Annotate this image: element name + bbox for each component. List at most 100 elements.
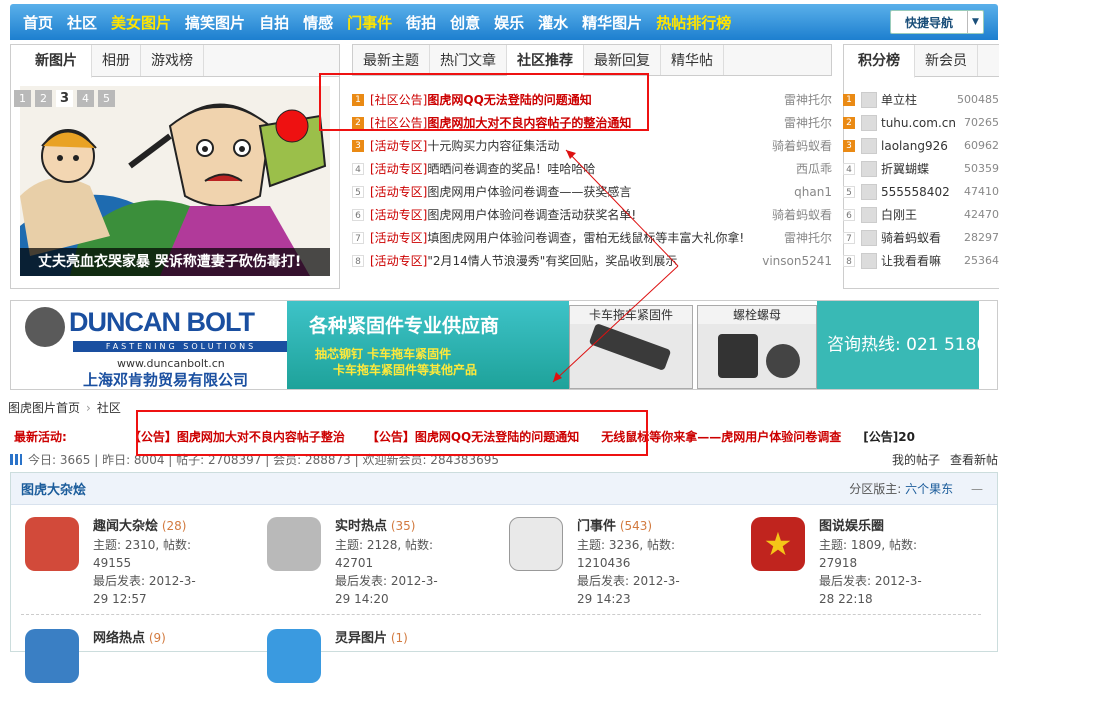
thread-author[interactable]: qhan1 bbox=[794, 185, 832, 199]
forum-last-post-time[interactable]: 28 22:18 bbox=[819, 590, 929, 608]
worm-icon[interactable] bbox=[25, 517, 79, 571]
avatar[interactable] bbox=[861, 137, 877, 154]
avatar[interactable] bbox=[861, 252, 877, 269]
forum-last-post-time[interactable]: 29 14:23 bbox=[577, 590, 687, 608]
thread-category[interactable]: [活动专区] bbox=[370, 229, 427, 246]
forum-last-post-time[interactable]: 29 12:57 bbox=[93, 590, 203, 608]
breadcrumb-home[interactable]: 图虎图片首页 bbox=[8, 401, 80, 415]
tab-points-rank[interactable]: 积分榜 bbox=[844, 45, 915, 78]
thread-title[interactable]: 图虎网用户体验问卷调查——获奖感言 bbox=[427, 183, 631, 200]
avatar[interactable] bbox=[861, 91, 877, 108]
rank-row[interactable]: 3 laolang926 60962 bbox=[843, 134, 999, 157]
avatar[interactable] bbox=[861, 229, 877, 246]
thread-category[interactable]: [活动专区] bbox=[370, 252, 427, 269]
thread-row[interactable]: 3 [活动专区] 十元购买力内容征集活动 骑着蚂蚁看 bbox=[352, 134, 832, 157]
tab-hot-articles[interactable]: 热门文章 bbox=[430, 45, 507, 75]
nav-street[interactable]: 街拍 bbox=[406, 12, 436, 33]
thread-category[interactable]: [活动专区] bbox=[370, 183, 427, 200]
member-name[interactable]: 白刚王 bbox=[881, 206, 964, 223]
nav-beauty[interactable]: 美女图片 bbox=[111, 12, 171, 33]
thread-title[interactable]: 图虎网用户体验问卷调查活动获奖名单! bbox=[427, 206, 636, 223]
thread-row[interactable]: 4 [活动专区] 晒晒问卷调查的奖品！哇哈哈哈 西瓜乖 bbox=[352, 157, 832, 180]
new-posts-link[interactable]: 查看新帖 bbox=[950, 453, 998, 467]
thread-row[interactable]: 5 [活动专区] 图虎网用户体验问卷调查——获奖感言 qhan1 bbox=[352, 180, 832, 203]
forum-last-post-time[interactable]: 29 14:20 bbox=[335, 590, 445, 608]
nav-chat[interactable]: 灌水 bbox=[538, 12, 568, 33]
moderator-name[interactable]: 六个果东 bbox=[905, 482, 953, 496]
forum-name[interactable]: 灵异图片 bbox=[335, 631, 387, 646]
member-name[interactable]: 单立柱 bbox=[881, 91, 957, 108]
forum-card[interactable]: 门事件 (543) 主题: 3236, 帖数: 1210436 最后发表: 2012-… bbox=[509, 517, 749, 613]
quick-nav-dropdown[interactable]: 快捷导航 ▼ bbox=[890, 10, 984, 34]
rank-row[interactable]: 4 折翼蝴蝶 50359 bbox=[843, 157, 999, 180]
forum-card[interactable]: 实时热点 (35) 主题: 2128, 帖数: 42701 最后发表: 2012-3-… bbox=[267, 517, 507, 613]
newspaper-icon[interactable] bbox=[267, 517, 321, 571]
tab-featured[interactable]: 精华帖 bbox=[661, 45, 724, 75]
hand-touch-icon[interactable] bbox=[509, 517, 563, 571]
tab-latest-replies[interactable]: 最新回复 bbox=[584, 45, 661, 75]
avatar[interactable] bbox=[861, 160, 877, 177]
member-name[interactable]: laolang926 bbox=[881, 139, 964, 153]
rank-row[interactable]: 8 让我看看嘛 25364 bbox=[843, 249, 999, 272]
tab-latest-topics[interactable]: 最新主题 bbox=[353, 45, 430, 75]
thread-category[interactable]: [活动专区] bbox=[370, 160, 427, 177]
thread-row[interactable]: 6 [活动专区] 图虎网用户体验问卷调查活动获奖名单! 骑着蚂蚁看 bbox=[352, 203, 832, 226]
rank-row[interactable]: 7 骑着蚂蚁看 28297 bbox=[843, 226, 999, 249]
rank-row[interactable]: 5 555558402 47410 bbox=[843, 180, 999, 203]
nav-entertainment[interactable]: 娱乐 bbox=[494, 12, 524, 33]
thread-row[interactable]: 7 [活动专区] 填图虎网用户体验问卷调查，雷柏无线鼠标等丰富大礼你拿! 雷神托尔 bbox=[352, 226, 832, 249]
chat-icon[interactable] bbox=[267, 629, 321, 683]
forum-card[interactable]: 趣闻大杂烩 (28) 主题: 2310, 帖数: 49155 最后发表: 2012-3… bbox=[25, 517, 265, 613]
forum-card[interactable]: 网络热点 (9) bbox=[25, 629, 265, 725]
breadcrumb-community[interactable]: 社区 bbox=[97, 401, 121, 415]
tab-albums[interactable]: 相册 bbox=[92, 45, 141, 76]
tab-new-pictures[interactable]: 新图片 bbox=[11, 45, 92, 78]
nav-scandal[interactable]: 门事件 bbox=[347, 12, 392, 33]
avatar[interactable] bbox=[861, 114, 877, 131]
thread-category[interactable]: [活动专区] bbox=[370, 206, 427, 223]
rank-row[interactable]: 1 单立柱 500485 bbox=[843, 88, 999, 111]
nav-community[interactable]: 社区 bbox=[67, 12, 97, 33]
thread-category[interactable]: [活动专区] bbox=[370, 137, 427, 154]
member-name[interactable]: 折翼蝴蝶 bbox=[881, 160, 964, 177]
thread-author[interactable]: 西瓜乖 bbox=[796, 160, 832, 177]
nav-best[interactable]: 精华图片 bbox=[582, 12, 642, 33]
page-5[interactable]: 5 bbox=[98, 90, 115, 107]
member-name[interactable]: 让我看看嘛 bbox=[881, 252, 964, 269]
thread-title[interactable]: 十元购买力内容征集活动 bbox=[427, 137, 559, 154]
page-3[interactable]: 3 bbox=[56, 90, 73, 107]
avatar[interactable] bbox=[861, 206, 877, 223]
forum-name[interactable]: 网络热点 bbox=[93, 631, 145, 646]
nav-home[interactable]: 首页 bbox=[23, 12, 53, 33]
thread-author[interactable]: 骑着蚂蚁看 bbox=[772, 137, 832, 154]
thread-title[interactable]: 填图虎网用户体验问卷调查，雷柏无线鼠标等丰富大礼你拿! bbox=[427, 229, 744, 246]
forum-name[interactable]: 趣闻大杂烩 bbox=[93, 519, 158, 534]
star-icon[interactable]: ★ bbox=[751, 517, 805, 571]
forum-name[interactable]: 门事件 bbox=[577, 519, 616, 534]
member-name[interactable]: tuhu.com.cn bbox=[881, 116, 964, 130]
thread-author[interactable]: 雷神托尔 bbox=[784, 91, 832, 108]
forum-name[interactable]: 实时热点 bbox=[335, 519, 387, 534]
thread-title[interactable]: "2月14情人节浪漫秀"有奖回贴，奖品收到展示 bbox=[427, 252, 677, 269]
page-2[interactable]: 2 bbox=[35, 90, 52, 107]
collapse-icon[interactable]: — bbox=[971, 482, 983, 496]
thread-author[interactable]: vinson5241 bbox=[762, 254, 832, 268]
forum-card[interactable]: 灵异图片 (1) bbox=[267, 629, 507, 725]
thread-title[interactable]: 晒晒问卷调查的奖品！哇哈哈哈 bbox=[427, 160, 595, 177]
nav-hot-rank[interactable]: 热帖排行榜 bbox=[656, 12, 731, 33]
page-1[interactable]: 1 bbox=[14, 90, 31, 107]
rank-row[interactable]: 2 tuhu.com.cn 70265 bbox=[843, 111, 999, 134]
forum-name[interactable]: 图说娱乐圈 bbox=[819, 519, 884, 534]
activity-item[interactable]: [公告]20 bbox=[863, 428, 915, 445]
globe-icon[interactable] bbox=[25, 629, 79, 683]
thread-author[interactable]: 雷神托尔 bbox=[784, 229, 832, 246]
thread-author[interactable]: 雷神托尔 bbox=[784, 114, 832, 131]
tab-new-members[interactable]: 新会员 bbox=[915, 45, 978, 76]
my-posts-link[interactable]: 我的帖子 bbox=[892, 453, 940, 467]
nav-selfie[interactable]: 自拍 bbox=[259, 12, 289, 33]
page-4[interactable]: 4 bbox=[77, 90, 94, 107]
nav-creative[interactable]: 创意 bbox=[450, 12, 480, 33]
nav-emotion[interactable]: 情感 bbox=[303, 12, 333, 33]
nav-funny[interactable]: 搞笑图片 bbox=[185, 12, 245, 33]
rank-row[interactable]: 6 白刚王 42470 bbox=[843, 203, 999, 226]
